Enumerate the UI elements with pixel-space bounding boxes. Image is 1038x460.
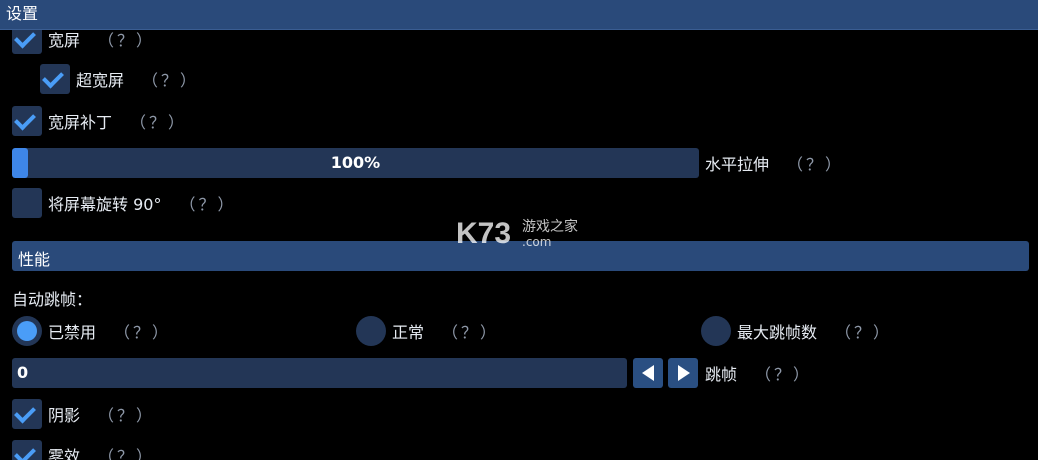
frameskip-help[interactable]: （？）	[755, 361, 812, 385]
window-title-bar: 设置	[0, 0, 1038, 30]
frameskip-option-disabled[interactable]: 已禁用 （？）	[12, 316, 171, 346]
frameskip-decrease-button[interactable]	[633, 358, 663, 388]
widescreen-label: 宽屏	[48, 31, 81, 50]
widescreen-patch-label: 宽屏补丁	[48, 113, 113, 132]
radio-max[interactable]	[701, 316, 731, 346]
horizontal-stretch-label: 水平拉伸	[705, 155, 770, 174]
widescreen-patch-row: 宽屏补丁 （？）	[12, 106, 187, 136]
frameskip-option-normal[interactable]: 正常 （？）	[356, 316, 499, 346]
shadows-label: 阴影	[48, 406, 81, 425]
widescreen-help[interactable]: （？）	[98, 30, 155, 51]
radio-disabled[interactable]	[12, 316, 42, 346]
fog-help[interactable]: （？）	[98, 443, 155, 460]
frameskip-input[interactable]: 0	[12, 358, 627, 388]
watermark-site-name: 游戏之家	[522, 218, 578, 235]
window-title: 设置	[6, 4, 39, 23]
shadows-help[interactable]: （？）	[98, 402, 155, 426]
horizontal-stretch-value: 100%	[330, 153, 381, 172]
rotate-screen-checkbox[interactable]	[12, 188, 42, 218]
widescreen-patch-help[interactable]: （？）	[130, 109, 187, 133]
frameskip-value: 0	[17, 363, 29, 382]
shadows-row: 阴影 （？）	[12, 399, 155, 429]
radio-normal[interactable]	[356, 316, 386, 346]
performance-header-label: 性能	[18, 250, 51, 269]
ultrawide-row: 超宽屏 （？）	[40, 64, 199, 94]
rotate-screen-label: 将屏幕旋转 90°	[48, 195, 162, 214]
settings-content: 宽屏 （？） 超宽屏 （？） 宽屏补丁 （？） 100% 水平拉伸 （？） 将屏…	[0, 30, 1038, 460]
widescreen-patch-checkbox[interactable]	[12, 106, 42, 136]
radio-normal-label: 正常	[392, 323, 425, 342]
radio-disabled-help[interactable]: （？）	[114, 319, 171, 343]
horizontal-stretch-slider[interactable]: 100%	[12, 148, 699, 178]
frameskip-option-max[interactable]: 最大跳帧数 （？）	[701, 316, 892, 346]
auto-frameskip-label: 自动跳帧：	[12, 290, 93, 309]
shadows-checkbox[interactable]	[12, 399, 42, 429]
ultrawide-label: 超宽屏	[76, 71, 125, 90]
rotate-screen-help[interactable]: （？）	[179, 191, 236, 215]
arrow-right-icon	[678, 365, 690, 381]
widescreen-row: 宽屏 （？）	[12, 30, 155, 54]
watermark-logo-text: K73	[456, 217, 511, 250]
k73-watermark-logo: K73 游戏之家 .com	[456, 217, 578, 250]
fog-label: 雾效	[48, 447, 81, 460]
horizontal-stretch-label-row: 水平拉伸 （？）	[705, 148, 844, 178]
widescreen-checkbox[interactable]	[12, 30, 42, 54]
arrow-left-icon	[642, 365, 654, 381]
frameskip-label: 跳帧	[705, 365, 738, 384]
radio-normal-help[interactable]: （？）	[442, 319, 499, 343]
fog-row: 雾效 （？）	[12, 440, 155, 460]
horizontal-stretch-help[interactable]: （？）	[787, 151, 844, 175]
radio-max-label: 最大跳帧数	[737, 323, 818, 342]
radio-disabled-label: 已禁用	[48, 323, 97, 342]
watermark-domain: .com	[522, 235, 551, 249]
ultrawide-help[interactable]: （？）	[142, 67, 199, 91]
fog-checkbox[interactable]	[12, 440, 42, 460]
frameskip-increase-button[interactable]	[668, 358, 698, 388]
radio-max-help[interactable]: （？）	[835, 319, 892, 343]
rotate-screen-row: 将屏幕旋转 90° （？）	[12, 188, 236, 218]
frameskip-label-row: 跳帧 （？）	[705, 358, 812, 388]
ultrawide-checkbox[interactable]	[40, 64, 70, 94]
